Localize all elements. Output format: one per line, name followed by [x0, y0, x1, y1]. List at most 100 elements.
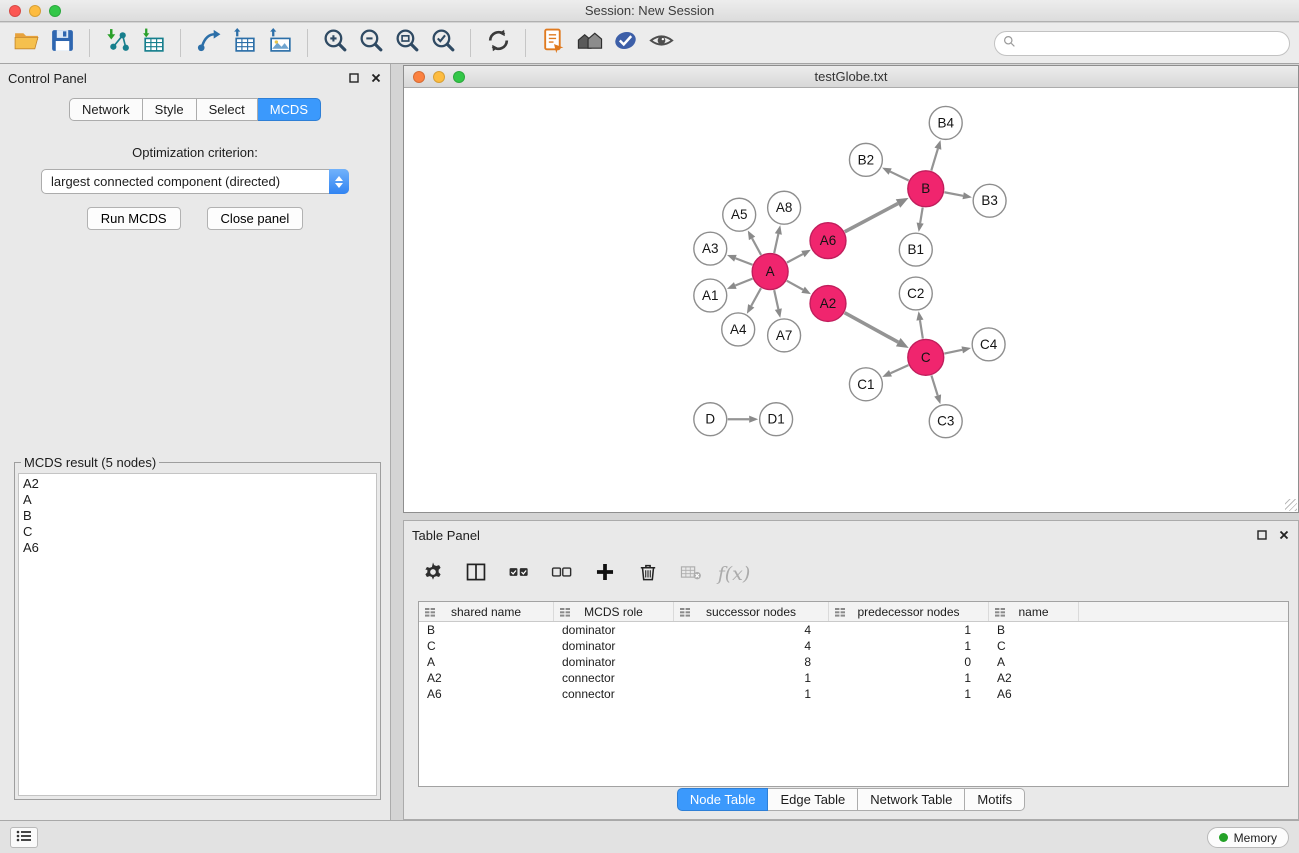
table-cell[interactable]: connector [554, 670, 674, 686]
graph-node[interactable]: A5 [723, 198, 756, 231]
column-header-predecessor-nodes[interactable]: predecessor nodes [829, 602, 989, 621]
table-cell[interactable]: 1 [829, 686, 989, 702]
unselect-all-button[interactable] [549, 560, 575, 588]
graph-node[interactable]: C4 [972, 328, 1005, 361]
export-network-button[interactable] [190, 26, 226, 60]
column-header-shared-name[interactable]: shared name [419, 602, 554, 621]
graph-node[interactable]: A4 [722, 313, 755, 346]
graph-edge[interactable] [727, 255, 752, 265]
task-history-button[interactable] [10, 827, 38, 848]
eye-button[interactable] [643, 26, 679, 60]
graph-edge[interactable] [748, 230, 761, 254]
table-cell[interactable]: A6 [419, 686, 554, 702]
column-header-MCDS-role[interactable]: MCDS role [554, 602, 674, 621]
graph-edge[interactable] [944, 192, 972, 199]
table-cell[interactable]: 1 [674, 670, 829, 686]
table-cell[interactable]: 4 [674, 622, 829, 638]
export-table-button[interactable] [226, 26, 262, 60]
table-cell[interactable]: connector [554, 686, 674, 702]
float-table-panel-icon[interactable] [1256, 529, 1268, 541]
badge-button[interactable] [607, 26, 643, 60]
table-cell[interactable]: dominator [554, 638, 674, 654]
float-panel-icon[interactable] [348, 72, 360, 84]
tab-motifs[interactable]: Motifs [965, 788, 1025, 811]
network-canvas[interactable]: B4B2BB3A8A5A6A3B1AC2A1A2A4A7C4CC1C3DD1 [404, 89, 1298, 512]
zoom-in-button[interactable] [317, 26, 353, 60]
table-row[interactable]: Adominator80A [419, 654, 1288, 670]
tab-node-table[interactable]: Node Table [677, 788, 769, 811]
graph-node[interactable]: D [694, 403, 727, 436]
table-cell[interactable]: A [989, 654, 1079, 670]
table-cell[interactable]: C [989, 638, 1079, 654]
mcds-result-list[interactable]: A2ABCA6 [18, 473, 377, 796]
close-panel-icon[interactable] [370, 72, 382, 84]
table-cell[interactable]: C [419, 638, 554, 654]
tab-mcds[interactable]: MCDS [258, 98, 321, 121]
houses-button[interactable] [571, 26, 607, 60]
graph-node[interactable]: D1 [760, 403, 793, 436]
gear-button[interactable] [420, 560, 446, 588]
graph-edge[interactable] [845, 313, 909, 348]
import-network-button[interactable] [99, 26, 135, 60]
table-cell[interactable]: A2 [989, 670, 1079, 686]
table-cell[interactable]: 1 [829, 622, 989, 638]
fx-button[interactable]: f(x) [721, 560, 747, 588]
graph-node[interactable]: A1 [694, 279, 727, 312]
delete-table-button[interactable] [678, 560, 704, 588]
graph-edge[interactable] [774, 225, 782, 253]
table-row[interactable]: A2connector11A2 [419, 670, 1288, 686]
table-cell[interactable]: B [989, 622, 1079, 638]
table-row[interactable]: Cdominator41C [419, 638, 1288, 654]
criterion-dropdown[interactable]: largest connected component (directed) [41, 169, 349, 194]
graph-node[interactable]: B1 [899, 233, 932, 266]
graph-node[interactable]: A8 [768, 191, 801, 224]
graph-edge[interactable] [917, 207, 924, 231]
add-button[interactable] [592, 560, 618, 588]
search-input[interactable] [1021, 36, 1281, 51]
graph-edge[interactable] [931, 375, 941, 404]
refresh-button[interactable] [480, 26, 516, 60]
network-close-icon[interactable] [413, 71, 425, 83]
import-table-button[interactable] [135, 26, 171, 60]
trash-button[interactable] [635, 560, 661, 588]
select-all-button[interactable] [506, 560, 532, 588]
network-window-titlebar[interactable]: testGlobe.txt [404, 66, 1298, 88]
table-cell[interactable]: 8 [674, 654, 829, 670]
graph-edge[interactable] [747, 288, 761, 314]
table-cell[interactable]: 1 [829, 638, 989, 654]
table-cell[interactable]: A2 [419, 670, 554, 686]
table-cell[interactable]: 1 [829, 670, 989, 686]
mcds-result-item[interactable]: A [23, 492, 372, 508]
open-folder-button[interactable] [8, 26, 44, 60]
save-button[interactable] [44, 26, 80, 60]
graph-edge[interactable] [728, 416, 758, 423]
mcds-result-item[interactable]: B [23, 508, 372, 524]
table-row[interactable]: A6connector11A6 [419, 686, 1288, 702]
tab-network-table[interactable]: Network Table [858, 788, 965, 811]
graph-edge[interactable] [787, 250, 811, 263]
table-cell[interactable]: 0 [829, 654, 989, 670]
graph-edge[interactable] [787, 281, 811, 294]
graph-node[interactable]: A6 [810, 223, 846, 259]
table-cell[interactable]: A6 [989, 686, 1079, 702]
memory-button[interactable]: Memory [1207, 827, 1289, 848]
graph-node[interactable]: B2 [849, 143, 882, 176]
table-cell[interactable]: dominator [554, 654, 674, 670]
table-cell[interactable]: dominator [554, 622, 674, 638]
close-window-icon[interactable] [9, 5, 21, 17]
table-cell[interactable]: A [419, 654, 554, 670]
search-box[interactable] [994, 31, 1290, 56]
graph-edge[interactable] [882, 365, 908, 377]
mcds-result-item[interactable]: C [23, 524, 372, 540]
graph-edge[interactable] [727, 279, 753, 289]
graph-node[interactable]: A3 [694, 232, 727, 265]
graph-node[interactable]: B [908, 171, 944, 207]
mcds-result-item[interactable]: A2 [23, 476, 372, 492]
tab-style[interactable]: Style [143, 98, 197, 121]
graph-edge[interactable] [916, 311, 923, 338]
zoom-fit-button[interactable] [389, 26, 425, 60]
graph-edge[interactable] [931, 140, 941, 171]
table-cell[interactable]: B [419, 622, 554, 638]
network-minimize-icon[interactable] [433, 71, 445, 83]
network-maximize-icon[interactable] [453, 71, 465, 83]
